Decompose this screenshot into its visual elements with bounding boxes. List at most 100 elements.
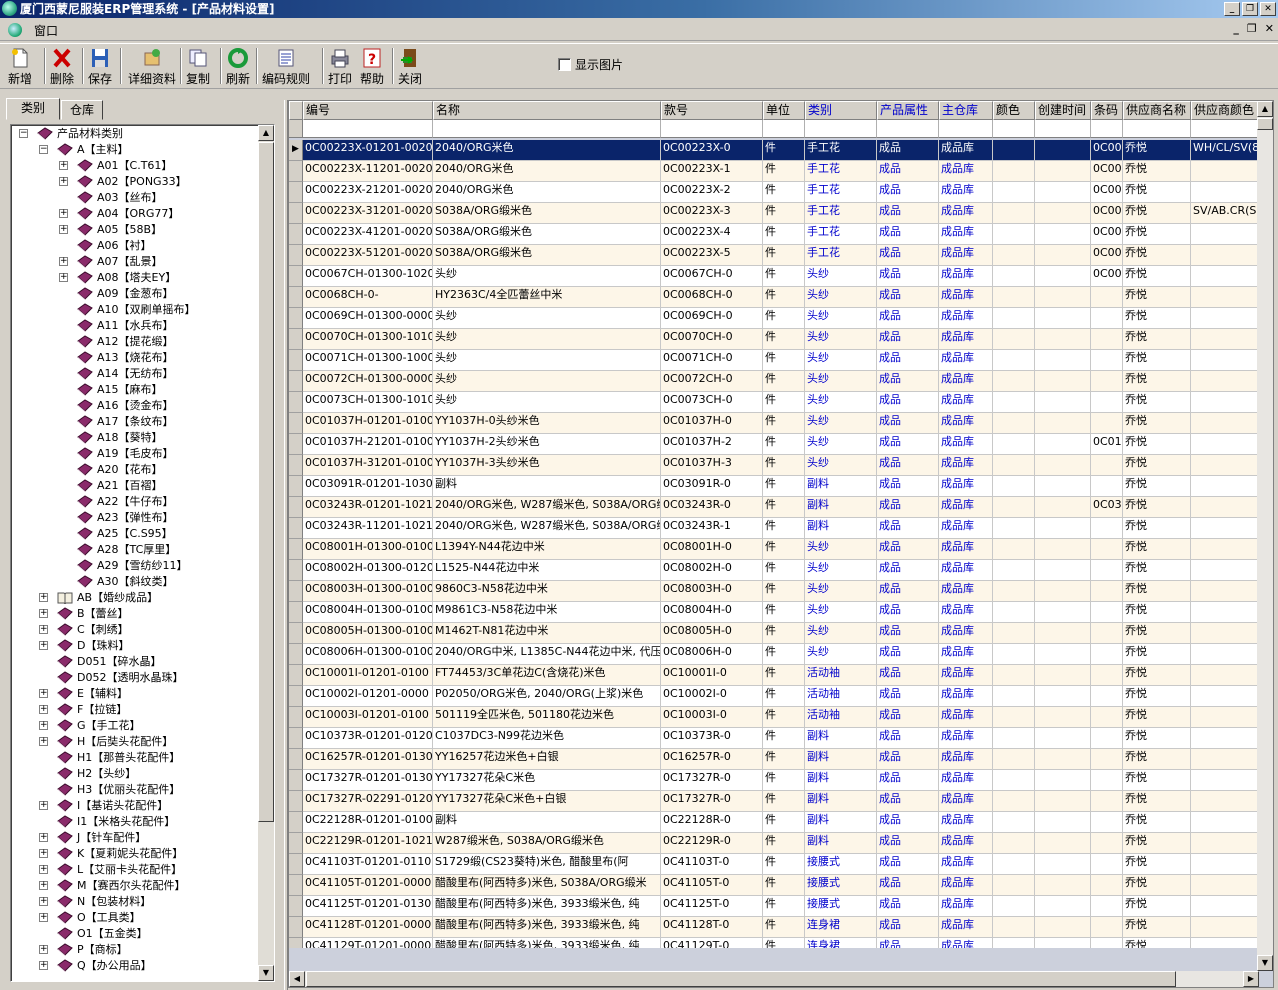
table-cell[interactable]: 件 <box>763 518 805 539</box>
table-cell[interactable] <box>1035 665 1091 686</box>
table-cell[interactable] <box>1035 455 1091 476</box>
table-cell[interactable]: 0C00223X-4 <box>661 224 763 245</box>
table-cell[interactable]: 成品库 <box>939 350 993 371</box>
table-cell[interactable]: 头纱 <box>433 371 661 392</box>
table-cell[interactable]: 0C00 <box>1091 266 1123 287</box>
table-cell[interactable]: 成品 <box>877 749 939 770</box>
table-cell[interactable]: 0C00 <box>1091 161 1123 182</box>
tree-node[interactable]: + A05【58B】 <box>11 222 258 238</box>
table-cell[interactable]: 乔悦 <box>1123 644 1191 665</box>
table-cell[interactable]: 0C0073CH-0 <box>661 392 763 413</box>
table-cell[interactable]: 件 <box>763 770 805 791</box>
table-cell[interactable]: 活动袖 <box>805 686 877 707</box>
table-cell[interactable]: 件 <box>763 938 805 948</box>
table-cell[interactable] <box>1091 938 1123 948</box>
table-cell[interactable] <box>1091 917 1123 938</box>
table-cell[interactable] <box>1191 644 1259 665</box>
table-cell[interactable]: 501119全匹米色, 501180花边米色 <box>433 707 661 728</box>
table-cell[interactable]: 0C22128R-01201-0100 <box>303 812 433 833</box>
table-cell[interactable]: 成品库 <box>939 266 993 287</box>
table-cell[interactable]: 乔悦 <box>1123 896 1191 917</box>
toolbar-button-1[interactable]: 新增 <box>8 47 32 87</box>
scroll-down-button[interactable]: ▼ <box>1257 955 1273 971</box>
table-row[interactable]: 0C0072CH-01300-0000 头纱 0C0072CH-0 件头纱 成品 成品库乔… <box>289 371 1259 392</box>
table-cell[interactable]: 成品 <box>877 287 939 308</box>
tree-node[interactable]: H1【那普头花配件】 <box>11 750 258 766</box>
table-cell[interactable]: 乔悦 <box>1123 308 1191 329</box>
scroll-up-button[interactable]: ▲ <box>258 125 274 141</box>
table-cell[interactable]: 乔悦 <box>1123 350 1191 371</box>
table-cell[interactable]: 件 <box>763 434 805 455</box>
toolbar-button-5[interactable]: 复制 <box>186 47 210 87</box>
table-row[interactable]: 0C0073CH-01300-1010 头纱 0C0073CH-0 件头纱 成品 成品库乔… <box>289 392 1259 413</box>
table-row[interactable]: 0C10002I-01201-0000 P02050/ORG米色, 2040/OR… <box>289 686 1259 707</box>
table-cell[interactable] <box>1191 833 1259 854</box>
table-cell[interactable]: 0C00223X-11201-0020 <box>303 161 433 182</box>
table-cell[interactable]: YY17327花朵C米色+白银 <box>433 791 661 812</box>
table-cell[interactable]: C1037DC3-N99花边米色 <box>433 728 661 749</box>
table-row[interactable]: 0C03091R-01201-1030 副料 0C03091R-0 件副料 成品 成品库乔… <box>289 476 1259 497</box>
table-cell[interactable]: HY2363C/4全匹蕾丝中米 <box>433 287 661 308</box>
table-cell[interactable]: 0C00223X-0 <box>661 140 763 161</box>
expand-icon[interactable]: + <box>59 177 68 186</box>
table-cell[interactable]: 成品库 <box>939 329 993 350</box>
table-cell[interactable]: 0C10003I-0 <box>661 707 763 728</box>
table-cell[interactable] <box>993 161 1035 182</box>
table-cell[interactable]: P02050/ORG米色, 2040/ORG(上浆)米色 <box>433 686 661 707</box>
table-cell[interactable] <box>1191 917 1259 938</box>
table-cell[interactable]: 成品 <box>877 245 939 266</box>
table-cell[interactable] <box>1091 854 1123 875</box>
table-cell[interactable]: 件 <box>763 371 805 392</box>
table-cell[interactable] <box>1091 728 1123 749</box>
table-cell[interactable] <box>993 434 1035 455</box>
table-cell[interactable] <box>993 350 1035 371</box>
table-cell[interactable]: 成品 <box>877 329 939 350</box>
table-cell[interactable]: 乔悦 <box>1123 392 1191 413</box>
table-cell[interactable]: 乔悦 <box>1123 770 1191 791</box>
table-cell[interactable]: 件 <box>763 728 805 749</box>
tree-node[interactable]: + B【蕾丝】 <box>11 606 258 622</box>
toolbar-button-8[interactable]: 打印 <box>328 47 352 87</box>
table-cell[interactable] <box>1035 560 1091 581</box>
table-cell[interactable]: 0C08005H-01300-0100 <box>303 623 433 644</box>
table-cell[interactable] <box>1035 686 1091 707</box>
table-cell[interactable]: 件 <box>763 539 805 560</box>
tree-node[interactable]: O1【五金类】 <box>11 926 258 942</box>
mdi-minimize-button[interactable]: _ <box>1233 22 1239 35</box>
table-cell[interactable]: SV/AB.CR(S <box>1191 203 1259 224</box>
table-cell[interactable]: 0C08006H-0 <box>661 644 763 665</box>
table-cell[interactable]: 成品 <box>877 602 939 623</box>
table-cell[interactable] <box>1191 371 1259 392</box>
row-indicator[interactable] <box>289 728 303 749</box>
table-cell[interactable]: 成品库 <box>939 140 993 161</box>
row-indicator[interactable] <box>289 665 303 686</box>
table-cell[interactable] <box>1091 749 1123 770</box>
table-cell[interactable]: 0C00223X-1 <box>661 161 763 182</box>
table-cell[interactable]: 乔悦 <box>1123 602 1191 623</box>
table-cell[interactable]: 成品 <box>877 581 939 602</box>
table-cell[interactable]: 成品 <box>877 686 939 707</box>
table-cell[interactable]: S038A/ORG缎米色 <box>433 245 661 266</box>
table-cell[interactable]: 0C0070CH-0 <box>661 329 763 350</box>
table-cell[interactable]: 0C01037H-0 <box>661 413 763 434</box>
row-indicator[interactable] <box>289 371 303 392</box>
expand-icon[interactable]: + <box>59 225 68 234</box>
tree-node[interactable]: D051【碎水晶】 <box>11 654 258 670</box>
tree-node[interactable]: + A04【ORG77】 <box>11 206 258 222</box>
scroll-left-button[interactable]: ◀ <box>289 971 305 987</box>
table-cell[interactable] <box>1091 518 1123 539</box>
table-cell[interactable]: 成品库 <box>939 182 993 203</box>
table-cell[interactable] <box>1191 455 1259 476</box>
tree-node[interactable]: A17【条纹布】 <box>11 414 258 430</box>
table-cell[interactable]: 成品 <box>877 854 939 875</box>
table-cell[interactable]: 乔悦 <box>1123 518 1191 539</box>
scroll-thumb[interactable] <box>258 142 274 822</box>
table-cell[interactable]: 乔悦 <box>1123 287 1191 308</box>
column-header[interactable]: 颜色 <box>993 101 1035 120</box>
expand-icon[interactable]: + <box>59 209 68 218</box>
tree-node[interactable]: H2【头纱】 <box>11 766 258 782</box>
table-cell[interactable]: 副料 <box>805 728 877 749</box>
tree-node[interactable]: A14【无纺布】 <box>11 366 258 382</box>
table-cell[interactable]: 0C22129R-0 <box>661 833 763 854</box>
table-cell[interactable]: 成品库 <box>939 749 993 770</box>
